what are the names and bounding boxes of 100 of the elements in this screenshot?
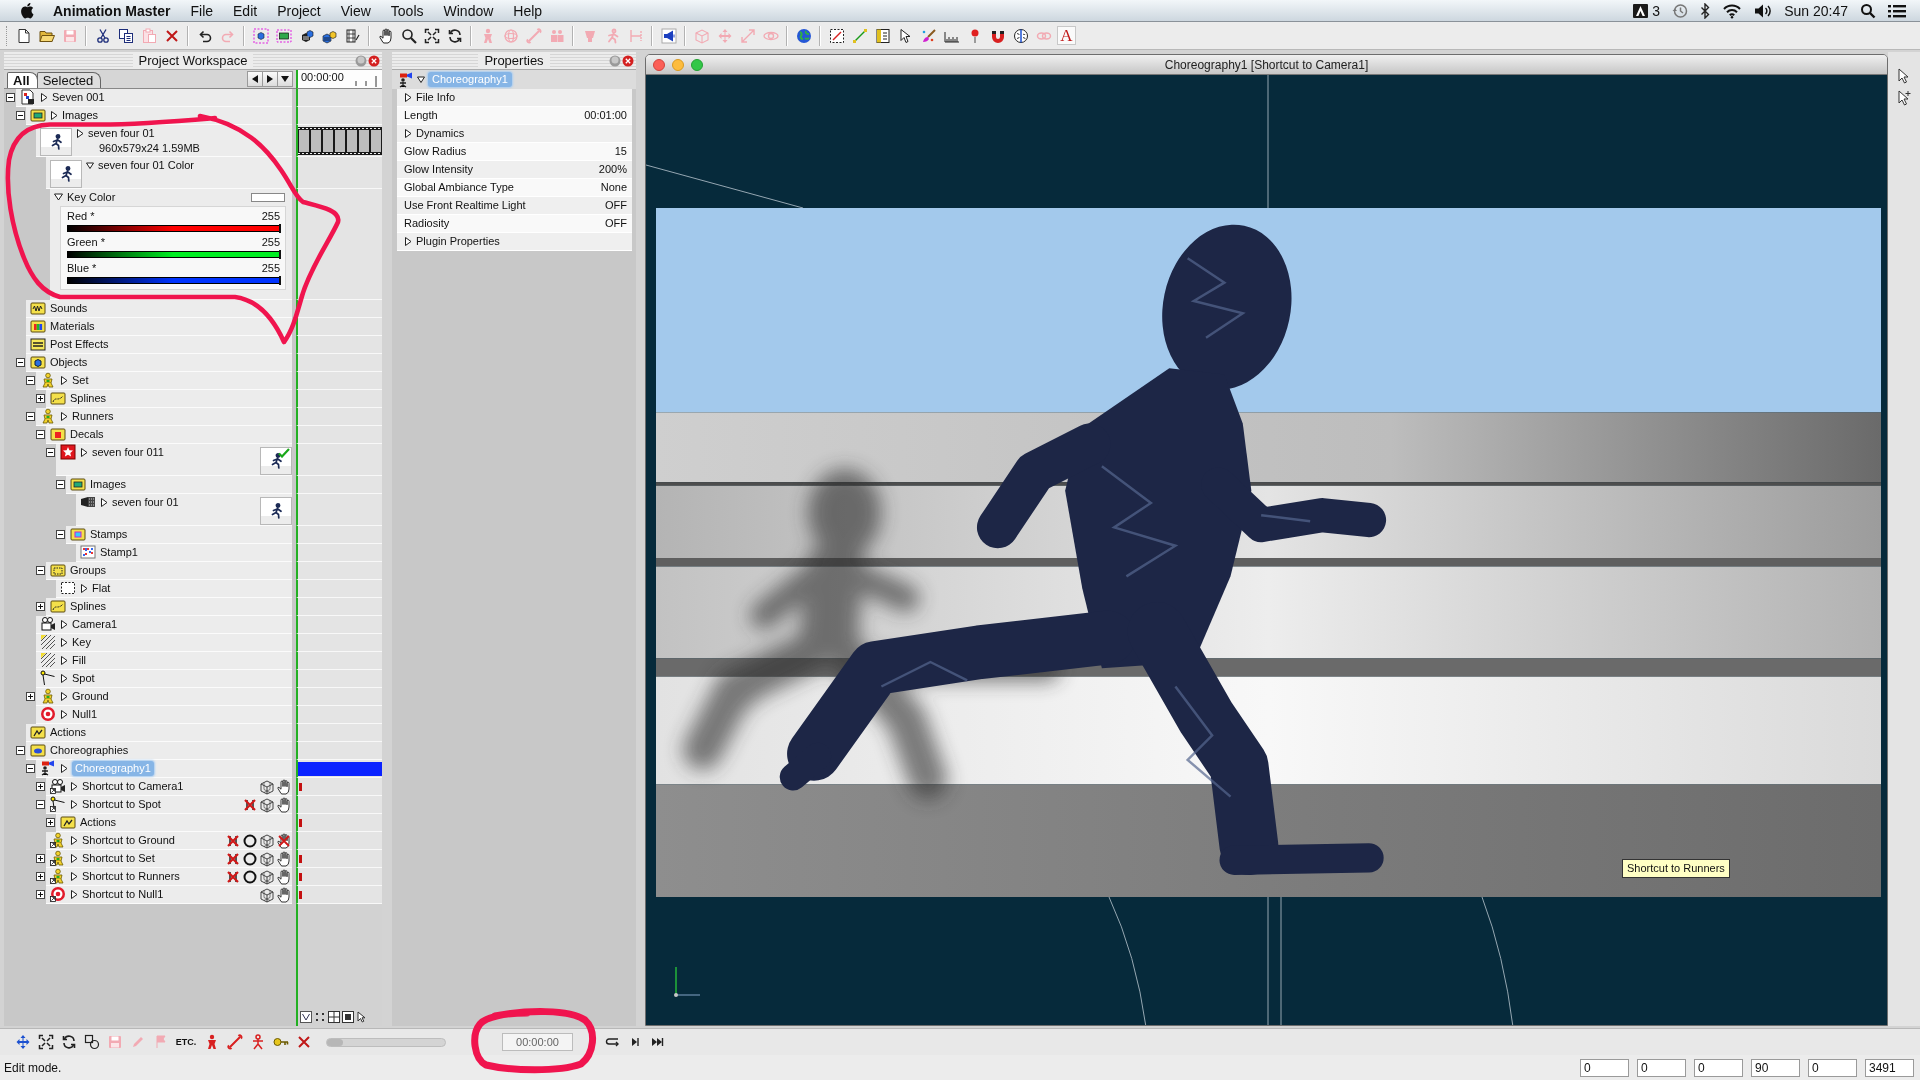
tree-item[interactable]: Camera1 — [72, 618, 118, 631]
menu-item[interactable]: Window — [433, 0, 504, 21]
coordinate-field[interactable]: 0 — [1580, 1058, 1629, 1077]
wifi-icon[interactable] — [1722, 2, 1743, 19]
panel-close-button[interactable] — [622, 54, 634, 67]
collapse-toggle[interactable] — [16, 358, 25, 367]
disclosure-triangle-icon[interactable] — [60, 655, 68, 665]
collapse-toggle[interactable] — [26, 764, 35, 773]
pointer-plus-icon[interactable] — [1896, 90, 1912, 106]
thumbnail[interactable] — [260, 497, 292, 525]
property-value[interactable]: OFF — [605, 199, 627, 212]
disclosure-triangle-icon[interactable] — [70, 799, 78, 809]
apple-icon[interactable] — [20, 2, 35, 19]
keyframe-marker[interactable] — [299, 783, 302, 791]
menu-clock[interactable]: Sun 20:47 — [1784, 0, 1848, 21]
frame-icon[interactable] — [342, 1011, 354, 1023]
close-window-button[interactable] — [653, 58, 665, 71]
zoom-window-button[interactable] — [691, 58, 703, 71]
disclosure-triangle-icon[interactable] — [404, 129, 412, 138]
disclosure-triangle-icon[interactable] — [70, 853, 78, 863]
coordinate-field[interactable]: 0 — [1637, 1058, 1686, 1077]
tree-item[interactable]: Images — [62, 109, 99, 122]
menu-item[interactable]: File — [180, 0, 224, 21]
disclosure-triangle-icon[interactable] — [60, 411, 68, 421]
expand-toggle[interactable] — [36, 872, 45, 881]
tree-item[interactable]: Seven 001 — [52, 91, 105, 104]
thumbnail[interactable] — [260, 447, 292, 475]
line-segment-icon[interactable] — [851, 27, 868, 44]
keyframe-marker[interactable] — [299, 891, 302, 899]
wireframe-cube-icon[interactable] — [259, 850, 275, 867]
disclosure-triangle-icon[interactable] — [80, 583, 88, 593]
history-clock-icon[interactable] — [1672, 2, 1689, 19]
wireframe-cube-icon[interactable] — [259, 832, 275, 849]
hand-icon[interactable] — [276, 868, 292, 885]
expand-toggle[interactable] — [36, 782, 45, 791]
expand-toggle[interactable] — [26, 692, 35, 701]
tree-item[interactable]: Shortcut to Null1 — [82, 888, 164, 901]
tree-item[interactable]: Null1 — [72, 708, 98, 721]
thumbnail[interactable] — [50, 160, 82, 188]
tree-item[interactable]: Splines — [70, 392, 107, 405]
menu-item[interactable]: Help — [503, 0, 553, 21]
expand-toggle[interactable] — [36, 602, 45, 611]
hand-icon[interactable] — [377, 27, 394, 44]
wireframe-cube-icon[interactable] — [259, 886, 275, 903]
color-slider-track[interactable] — [67, 251, 280, 258]
ring-icon[interactable] — [242, 850, 258, 867]
tree-item[interactable]: Sounds — [50, 302, 88, 315]
collapse-toggle[interactable] — [36, 566, 45, 575]
split-circle-icon[interactable] — [1012, 27, 1029, 44]
disclosure-triangle-icon[interactable] — [86, 160, 94, 170]
globe-icon[interactable] — [795, 27, 812, 44]
menu-item[interactable]: Tools — [380, 0, 434, 21]
grid-page-icon[interactable] — [344, 27, 361, 44]
tree-item[interactable]: Actions — [80, 816, 117, 829]
coordinate-field[interactable]: 0 — [1808, 1058, 1857, 1077]
tree-item[interactable]: seven four 011 — [92, 446, 164, 459]
collapse-toggle[interactable] — [16, 111, 25, 120]
volume-icon[interactable] — [1754, 2, 1773, 19]
tree-item[interactable]: Key — [72, 636, 91, 649]
scroll-right-button[interactable] — [262, 71, 278, 87]
dropdown-caret-icon[interactable] — [417, 76, 425, 83]
menu-item[interactable]: Edit — [223, 0, 268, 21]
crossed-bones-icon[interactable] — [225, 868, 241, 885]
expand-toggle[interactable] — [36, 890, 45, 899]
time-slider-track[interactable] — [326, 1037, 446, 1047]
tree-item[interactable]: Runners — [72, 410, 114, 423]
panel-close-button[interactable] — [368, 54, 380, 67]
tree-item[interactable]: seven four 01 Color — [98, 159, 194, 172]
dashed-cube-icon[interactable] — [252, 27, 269, 44]
tree-item[interactable]: Shortcut to Set — [82, 852, 155, 865]
coordinate-field[interactable]: 0 — [1694, 1058, 1743, 1077]
dropdown-button[interactable] — [277, 71, 293, 87]
tree-item[interactable]: Ground — [72, 690, 109, 703]
property-value[interactable]: 15 — [614, 145, 627, 158]
tree-item[interactable]: Decals — [70, 428, 104, 441]
property-group[interactable]: Key Color — [67, 190, 116, 204]
ring-icon[interactable] — [242, 868, 258, 885]
disclosure-triangle-icon[interactable] — [50, 110, 58, 120]
copy-pages-icon[interactable] — [117, 27, 134, 44]
expand-toggle[interactable] — [36, 854, 45, 863]
time-field[interactable]: 00:00:00 — [502, 1033, 573, 1051]
disclosure-triangle-icon[interactable] — [60, 763, 68, 773]
disclosure-triangle-icon[interactable] — [70, 835, 78, 845]
disclosure-triangle-icon[interactable] — [54, 193, 63, 201]
disclosure-triangle-icon[interactable] — [70, 871, 78, 881]
disclosure-triangle-icon[interactable] — [76, 128, 84, 138]
clipboard-icon[interactable] — [140, 27, 157, 44]
hand-icon[interactable] — [276, 832, 292, 849]
disclosure-triangle-icon[interactable] — [404, 237, 412, 246]
collapse-toggle[interactable] — [6, 93, 15, 102]
fit-view-icon[interactable] — [423, 27, 440, 44]
coordinate-field[interactable]: 90 — [1751, 1058, 1800, 1077]
disclosure-triangle-icon[interactable] — [60, 673, 68, 683]
property-group[interactable]: Dynamics — [416, 127, 465, 140]
disclosure-triangle-icon[interactable] — [60, 375, 68, 385]
disclosure-triangle-icon[interactable] — [100, 497, 108, 507]
collapse-toggle[interactable] — [46, 448, 55, 457]
tree-item[interactable]: Shortcut to Runners — [82, 870, 180, 883]
tree-item[interactable]: Choreographies — [50, 744, 129, 757]
collapse-toggle[interactable] — [56, 530, 65, 539]
